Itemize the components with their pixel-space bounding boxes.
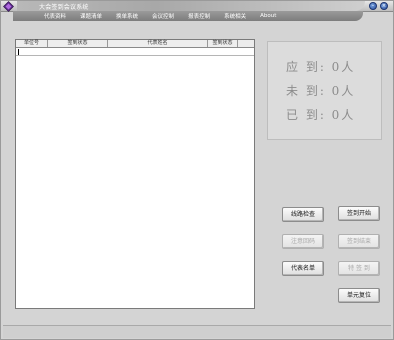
start-checkin-button[interactable]: 签到开始 [338,206,380,221]
arrived-count: 已 到: 0人 [286,108,356,122]
column-signin-status[interactable]: 签到状态 [48,40,108,47]
column-checkin-status[interactable]: 签到状态 [208,40,238,47]
main-window: 大会签到会议系统 – × 代表资料 课题清单 换单系统 会议控制 报表控制 系统… [0,0,394,340]
status-bar [3,325,391,338]
menu-meeting-control[interactable]: 会议控制 [145,12,181,20]
table-row[interactable] [16,48,254,56]
list-header: 单位号 签到状态 代表姓名 签到状态 [16,40,254,48]
not-arrived-count: 未 到: 0人 [286,84,356,98]
close-icon: × [381,3,387,9]
rollback-code-button[interactable]: 注意回码 [282,234,324,249]
menu-delegate-data[interactable]: 代表资料 [37,12,73,20]
connection-check-button[interactable]: 线路检查 [282,207,324,222]
should-arrive-count: 应 到: 0人 [286,60,356,74]
close-button[interactable]: × [380,2,388,10]
column-delegate-name[interactable]: 代表姓名 [108,40,208,47]
menu-bar: 代表资料 课题清单 换单系统 会议控制 报表控制 系统相关 About [13,11,363,21]
special-checkin-button[interactable]: 特 签 到 [338,261,380,276]
menu-system[interactable]: 系统相关 [217,12,253,20]
menu-report-control[interactable]: 报表控制 [181,12,217,20]
menu-about[interactable]: About [253,13,283,19]
minimize-button[interactable]: – [369,2,377,10]
end-checkin-button[interactable]: 签到结束 [338,234,380,249]
window-title: 大会签到会议系统 [39,4,89,11]
row-cursor [18,49,19,55]
reset-unit-button[interactable]: 单元复位 [338,288,380,303]
menu-topic-list[interactable]: 课题清单 [73,12,109,20]
column-unit-no[interactable]: 单位号 [16,40,48,47]
menu-exchange-system[interactable]: 换单系统 [109,12,145,20]
delegate-list[interactable]: 单位号 签到状态 代表姓名 签到状态 [15,39,255,309]
delegate-list-button[interactable]: 代表名单 [282,261,324,276]
minimize-icon: – [371,3,375,9]
stats-panel: 应 到: 0人 未 到: 0人 已 到: 0人 [267,41,382,140]
